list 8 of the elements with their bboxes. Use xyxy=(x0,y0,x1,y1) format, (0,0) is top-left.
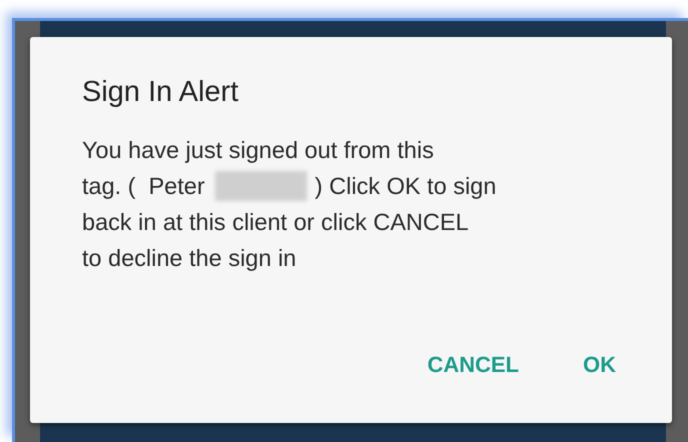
dialog-title: Sign In Alert xyxy=(82,75,240,110)
message-text: to decline the sign in xyxy=(82,244,296,273)
message-text: back in at this client or click CANCEL xyxy=(82,208,469,237)
dialog-button[interactable]: CANCEL xyxy=(423,344,523,385)
message-text: ) Click OK to sign xyxy=(314,172,496,201)
message-text: tag. ( Peter xyxy=(82,172,205,201)
dialog-button[interactable]: OK xyxy=(579,344,620,385)
message-text: You have just signed out from this xyxy=(82,136,434,165)
